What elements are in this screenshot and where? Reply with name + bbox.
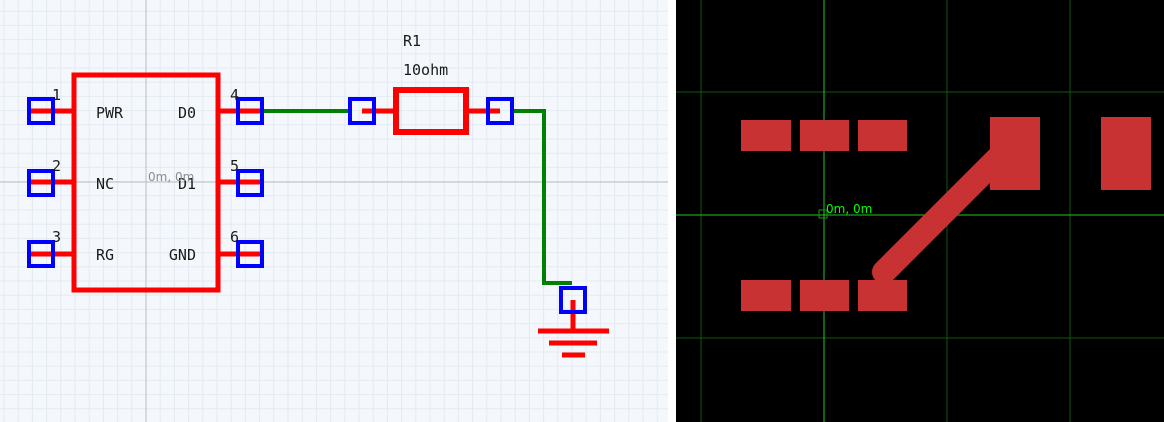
pcb-grid bbox=[676, 0, 1164, 422]
pin-number-4: 4 bbox=[230, 86, 239, 104]
resistor-designator: R1 bbox=[403, 32, 421, 50]
pcb-pad-ic-5[interactable] bbox=[800, 280, 849, 311]
pcb-pad-ic-4[interactable] bbox=[741, 280, 791, 311]
resistor-value: 10ohm bbox=[403, 61, 448, 79]
schematic-editor[interactable]: 1 2 3 4 5 6 PWR NC RG D0 D1 GND R1 10ohm… bbox=[0, 0, 668, 422]
pcb-trace[interactable] bbox=[872, 144, 1012, 284]
pin-number-5: 5 bbox=[230, 157, 239, 175]
pin-markers[interactable] bbox=[27, 97, 587, 314]
pcb-canvas[interactable]: 0m, 0m bbox=[676, 0, 1164, 422]
pin-label-nc: NC bbox=[96, 175, 114, 193]
schematic-grid bbox=[0, 0, 668, 422]
pin-number-2: 2 bbox=[52, 157, 61, 175]
pin-label-rg: RG bbox=[96, 246, 114, 264]
wire-r1-gnd[interactable] bbox=[512, 109, 572, 285]
pcb-editor[interactable]: 0m, 0m bbox=[676, 0, 1164, 422]
pin-number-3: 3 bbox=[52, 228, 61, 246]
ground-symbol[interactable] bbox=[538, 300, 609, 358]
pin-label-pwr: PWR bbox=[96, 104, 124, 122]
pcb-pad-r1-1[interactable] bbox=[990, 117, 1040, 190]
pin-number-6: 6 bbox=[230, 228, 239, 246]
schematic-canvas[interactable]: 1 2 3 4 5 6 PWR NC RG D0 D1 GND R1 10ohm… bbox=[0, 0, 668, 422]
pcb-pad-ic-6[interactable] bbox=[858, 280, 907, 311]
pin-number-1: 1 bbox=[52, 86, 61, 104]
pcb-pad-ic-1[interactable] bbox=[741, 120, 791, 151]
wires[interactable] bbox=[262, 109, 572, 285]
schematic-origin-label: 0m, 0m bbox=[148, 170, 194, 184]
pin-label-d0: D0 bbox=[178, 104, 196, 122]
pcb-pad-ic-2[interactable] bbox=[800, 120, 849, 151]
pcb-origin-label: 0m, 0m bbox=[826, 202, 872, 216]
pcb-pad-ic-3[interactable] bbox=[858, 120, 907, 151]
pane-divider[interactable] bbox=[668, 0, 676, 422]
pcb-pad-r1-2[interactable] bbox=[1101, 117, 1151, 190]
pin-label-gnd: GND bbox=[169, 246, 196, 264]
